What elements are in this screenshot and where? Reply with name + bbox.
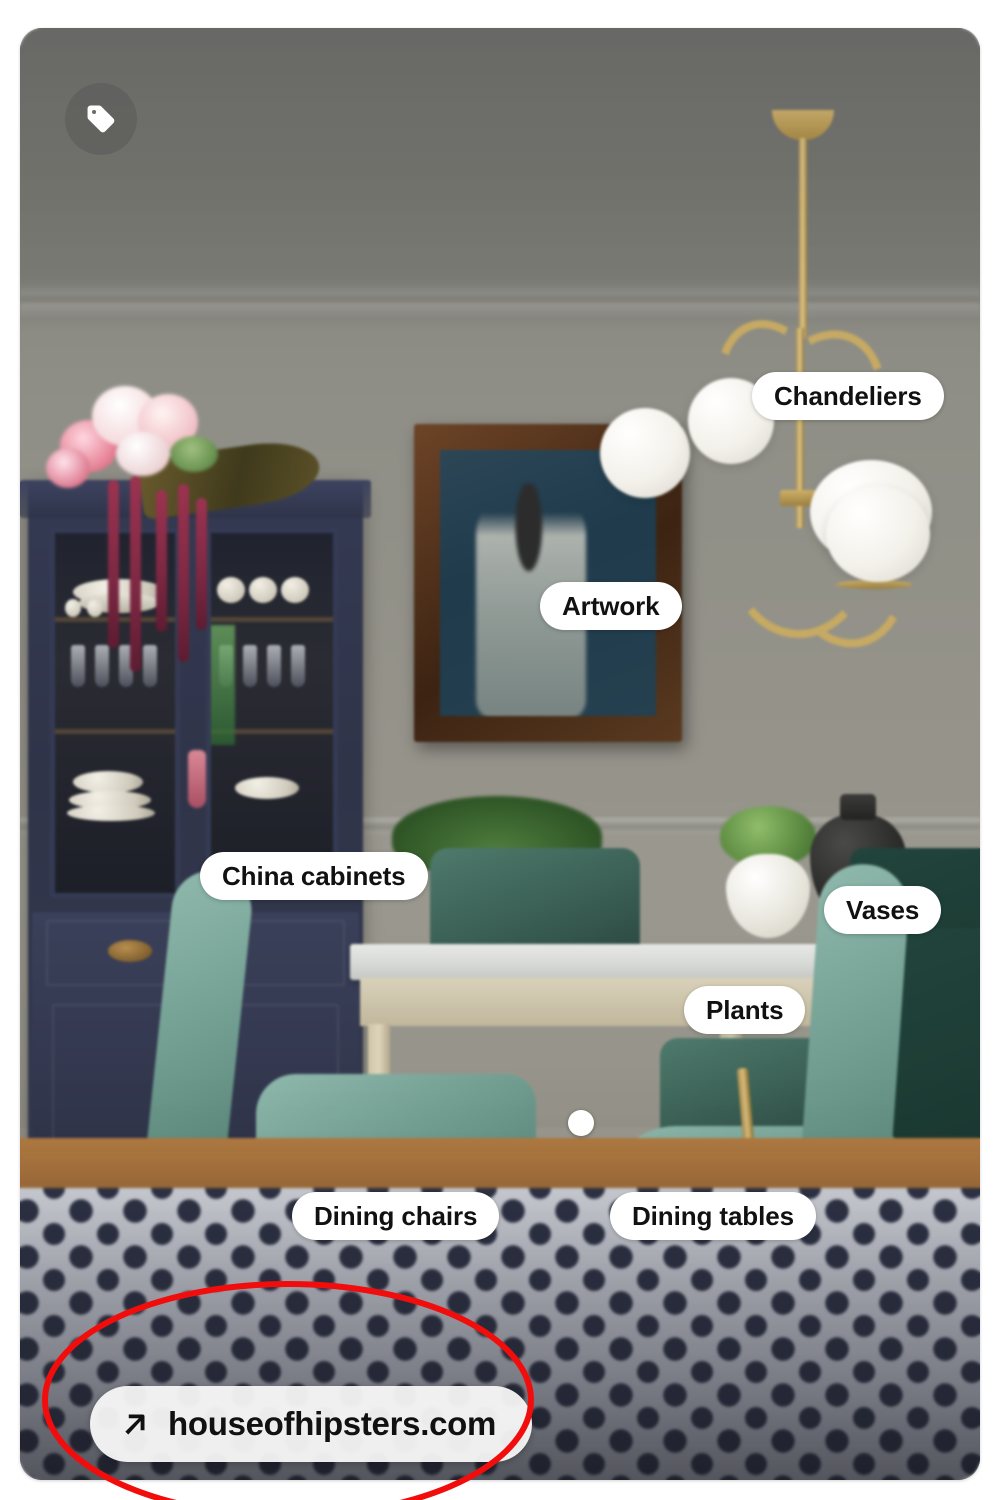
cabinet-glass-door-right	[206, 528, 338, 898]
object-label-artwork[interactable]: Artwork	[540, 582, 682, 630]
source-domain-text: houseofhipsters.com	[168, 1405, 497, 1442]
object-label-chandeliers[interactable]: Chandeliers	[752, 372, 944, 420]
cabinet-knob	[108, 940, 152, 962]
object-label-dining-tables[interactable]: Dining tables	[610, 1192, 816, 1240]
object-dot-marker[interactable]	[568, 1110, 594, 1136]
object-label-text: Dining tables	[632, 1200, 794, 1231]
chandelier-rod	[799, 138, 807, 338]
pin-image-card[interactable]: Chandeliers Artwork China cabinets Vases…	[20, 28, 980, 1480]
object-label-text: China cabinets	[222, 860, 406, 891]
object-label-china-cabinets[interactable]: China cabinets	[200, 852, 428, 900]
arrow-up-right-icon	[120, 1409, 150, 1439]
object-label-dining-chairs[interactable]: Dining chairs	[292, 1192, 500, 1240]
object-label-text: Plants	[706, 994, 784, 1025]
chandelier-globe	[600, 408, 690, 498]
crown-molding	[20, 283, 980, 319]
dining-table-top	[350, 944, 830, 980]
dining-room-photo	[20, 28, 980, 1480]
object-label-plants[interactable]: Plants	[684, 986, 806, 1034]
object-label-text: Artwork	[562, 590, 660, 621]
price-tag-icon	[84, 102, 118, 136]
price-tag-badge[interactable]	[65, 83, 137, 155]
object-label-text: Chandeliers	[774, 380, 922, 411]
object-label-text: Dining chairs	[314, 1200, 478, 1231]
source-domain-pill[interactable]: houseofhipsters.com	[90, 1386, 533, 1462]
object-label-text: Vases	[846, 894, 920, 925]
object-label-vases[interactable]: Vases	[824, 886, 942, 934]
screenshot-root: Chandeliers Artwork China cabinets Vases…	[0, 0, 1000, 1500]
